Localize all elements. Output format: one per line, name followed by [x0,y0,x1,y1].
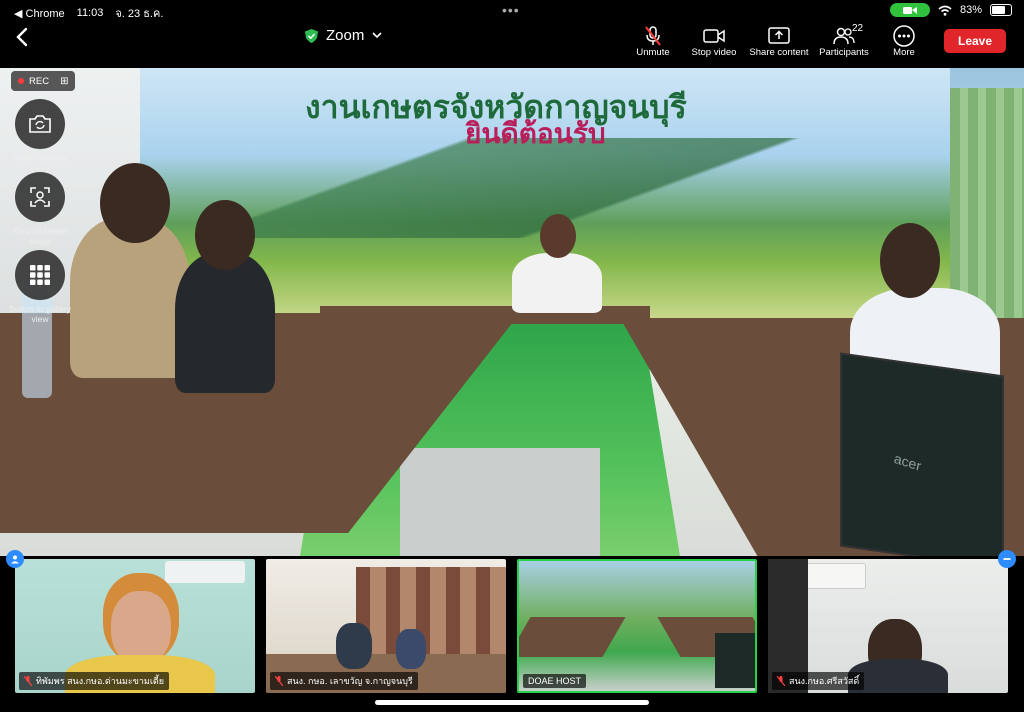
camera-switch-icon [29,115,51,133]
more-label: More [893,47,915,58]
table-left-wing [519,617,626,657]
participant-name-tag: ทิพัมพร สนง.กษอ.ด่านมะขามเตี้ย [19,672,170,690]
stop-video-label: Stop video [691,47,737,58]
participant-thumbnail[interactable]: ทิพัมพร สนง.กษอ.ด่านมะขามเตี้ย [15,559,255,693]
participant-person [396,629,426,669]
gallery-view-label: Switch to gallery view [9,304,71,324]
participant-person [336,623,372,669]
battery-icon [990,4,1012,16]
ios-status-bar: ◀ Chrome 11:03 จ. 23 ธ.ค. ••• 83% [0,0,1024,20]
participants-count-badge: 22 [852,23,864,34]
center-stage-label: Turn off center stage [12,226,68,246]
mic-muted-icon [24,676,32,686]
back-to-app-link[interactable]: ◀ Chrome [14,7,65,20]
gallery-view-button[interactable]: Switch to gallery view [9,250,71,324]
participant-thumbnail[interactable]: สนง.กษอ.ศรีสวัสดิ์ [768,559,1008,693]
participant-face [111,591,171,665]
mic-muted-icon [777,676,785,686]
participant-person [512,253,602,313]
pin-video-button[interactable] [6,550,24,568]
recording-indicator[interactable]: REC ⊞ [11,71,75,91]
participant-head [100,163,170,243]
center-stage-button[interactable]: Turn off center stage [13,172,67,246]
status-time: 11:03 [76,7,104,19]
meeting-title[interactable]: Zoom [305,27,382,44]
participant-name-tag: DOAE HOST [523,674,587,688]
more-button[interactable]: More [868,25,940,58]
participant-name-tag: สนง. กษอ. เลาขวัญ จ.กาญจนบุรี [270,672,418,690]
share-upload-icon [768,27,790,44]
home-indicator[interactable] [375,700,649,705]
participant-head [880,223,940,298]
participant-head [540,214,576,258]
chevron-down-icon [372,32,382,39]
participant-thumbnail-active-speaker[interactable]: DOAE HOST [517,559,757,693]
main-video-stage[interactable]: งานเกษตรจังหวัดกาญจนบุรี ยินดีต้อนรับ ac… [0,68,1024,556]
meeting-title-label: Zoom [326,27,365,44]
battery-percent: 83% [959,4,982,16]
air-conditioner [798,563,866,589]
grid-small-icon: ⊞ [60,75,69,87]
switch-camera-label: Switch camera [12,153,68,163]
participant-name-tag: สนง.กษอ.ศรีสวัสดิ์ [772,672,865,690]
room-curtains [356,567,506,657]
mic-muted-icon [275,676,283,686]
person-pin-icon [11,555,19,564]
camera-in-use-pill [889,3,930,17]
minus-icon [1003,558,1011,560]
mic-muted-icon [645,26,661,46]
participant-head [195,200,255,270]
back-chevron-icon[interactable] [10,24,36,50]
share-content-label: Share content [749,47,809,58]
air-conditioner [165,561,245,583]
center-stage-icon [30,187,50,207]
record-dot-icon [18,78,24,84]
multitasking-dots-icon[interactable]: ••• [502,2,520,18]
gallery-grid-icon [30,265,50,285]
video-camera-icon [703,29,725,43]
switch-camera-button[interactable]: Switch camera [12,99,68,163]
meeting-toolbar: Zoom Unmute Stop video Share content 22 … [0,20,1024,64]
shield-check-icon [305,28,318,43]
minimize-thumbnails-button[interactable] [998,550,1016,568]
stop-video-button[interactable]: Stop video [678,25,750,58]
laptop: acer [840,352,1004,556]
floor [400,448,600,556]
share-content-button[interactable]: Share content [743,25,815,58]
more-dots-icon [893,25,915,47]
mural-banner-welcome: ยินดีต้อนรับ [465,117,606,150]
wifi-icon [938,5,952,16]
rec-label: REC [29,75,50,87]
participant-thumbnail[interactable]: สนง. กษอ. เลาขวัญ จ.กาญจนบุรี [266,559,506,693]
video-camera-icon [902,6,917,14]
participant-person [175,253,275,393]
laptop [715,633,755,688]
laptop-brand-label: acer [892,450,923,474]
leave-button[interactable]: Leave [944,29,1006,53]
